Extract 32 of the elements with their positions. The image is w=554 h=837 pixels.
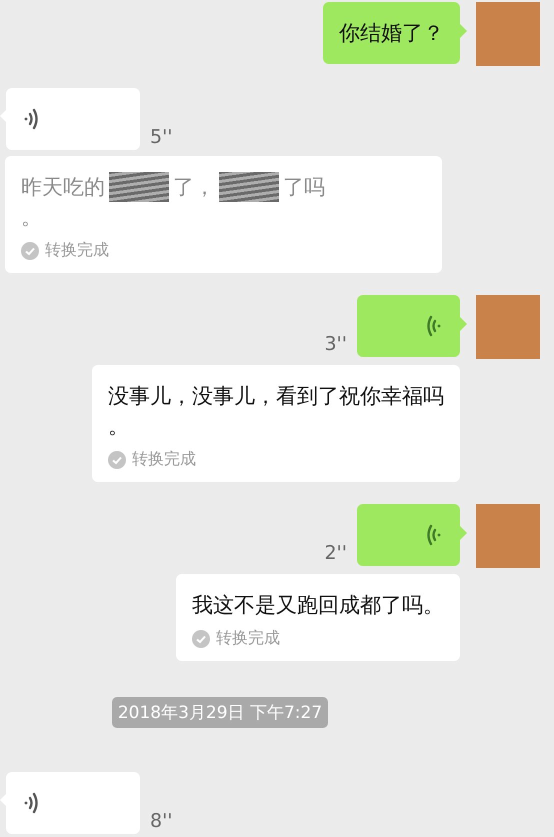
avatar-photo[interactable] — [476, 504, 540, 568]
transcript-status: 转换完成 — [132, 449, 196, 470]
transcript-text: 我这不是又跑回成都了吗。 — [192, 592, 444, 619]
avatar-photo[interactable] — [476, 2, 540, 66]
voice-message-bubble[interactable] — [0, 772, 140, 834]
message-bubble: 你结婚了？ — [323, 2, 467, 64]
scribble-redaction — [219, 172, 279, 202]
sound-wave-icon — [426, 315, 442, 337]
transcript-text: 没事儿，没事儿，看到了祝你幸福吗 — [108, 383, 444, 410]
sound-wave-icon — [23, 792, 39, 814]
timestamp-label: 2018年3月29日 下午7:27 — [112, 697, 328, 728]
transcript-status: 转换完成 — [216, 628, 280, 649]
check-circle-icon — [192, 630, 210, 648]
transcript-text: 了吗 — [283, 174, 325, 201]
transcript-text: 昨天吃的 — [21, 174, 105, 201]
sound-wave-icon — [23, 108, 39, 130]
voice-duration: 8'' — [150, 810, 173, 834]
voice-duration: 2'' — [324, 542, 347, 566]
avatar-photo[interactable] — [476, 295, 540, 359]
voice-message-bubble[interactable] — [0, 88, 140, 150]
transcript-text: 。 — [108, 413, 129, 440]
transcript-status: 转换完成 — [45, 240, 109, 261]
check-circle-icon — [108, 450, 126, 468]
transcript-text: 。 — [21, 204, 42, 231]
sound-wave-icon — [426, 524, 442, 546]
scribble-redaction — [109, 172, 169, 202]
check-circle-icon — [21, 242, 39, 260]
voice-message-bubble[interactable] — [357, 295, 467, 357]
voice-message-bubble[interactable] — [357, 504, 467, 566]
voice-duration: 3'' — [324, 333, 347, 357]
voice-duration: 5'' — [150, 126, 173, 150]
transcript-text: 了， — [173, 174, 215, 201]
